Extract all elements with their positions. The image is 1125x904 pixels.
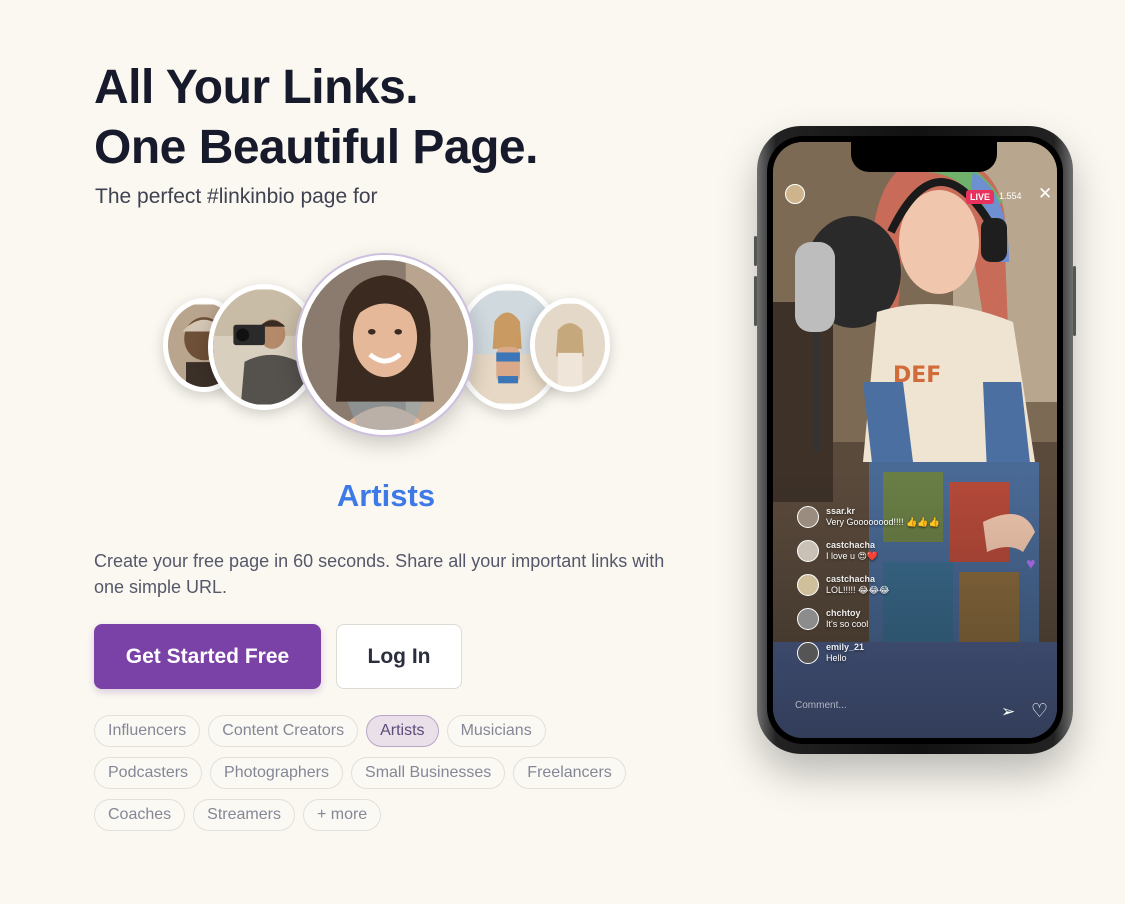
hero-title-line-1: All Your Links. (94, 61, 419, 114)
comment-item: castchacha I love u 😍❤️ (797, 540, 997, 562)
comment-text: LOL!!!!! 😂😂😂 (826, 585, 890, 595)
live-comments: ssar.kr Very Goooooood!!!! 👍👍👍 castchacha… (797, 506, 997, 676)
chip-photographers[interactable]: Photographers (210, 757, 344, 789)
chip-row: Influencers Content Creators Artists Mus… (94, 715, 664, 747)
comment-user: ssar.kr (826, 506, 856, 516)
close-icon[interactable]: ✕ (1038, 184, 1052, 204)
commenter-avatar (797, 608, 819, 630)
chip-podcasters[interactable]: Podcasters (94, 757, 203, 789)
avatar-featured[interactable] (297, 255, 473, 435)
get-started-button[interactable]: Get Started Free (94, 624, 321, 689)
phone-side-button (754, 236, 757, 266)
phone-side-button (1073, 266, 1076, 336)
hero-title: All Your Links. One Beautiful Page. (94, 58, 538, 178)
commenter-avatar (797, 574, 819, 596)
chip-freelancers[interactable]: Freelancers (513, 757, 626, 789)
phone-mockup: DEF (754, 126, 1076, 754)
comment-text: I love u 😍❤️ (826, 551, 879, 561)
comment-item: chchtoy It's so cool (797, 608, 997, 630)
heart-icon[interactable]: ♡ (1031, 700, 1048, 723)
chip-artists[interactable]: Artists (366, 715, 439, 747)
streamer-avatar[interactable] (785, 184, 805, 204)
chip-streamers[interactable]: Streamers (193, 799, 295, 831)
comment-item: castchacha LOL!!!!! 😂😂😂 (797, 574, 997, 596)
comment-text: Very Goooooood!!!! 👍👍👍 (826, 517, 940, 527)
comment-item: ssar.kr Very Goooooood!!!! 👍👍👍 (797, 506, 997, 528)
send-icon[interactable]: ➢ (1001, 702, 1015, 722)
chip-small-businesses[interactable]: Small Businesses (351, 757, 506, 789)
chip-musicians[interactable]: Musicians (446, 715, 546, 747)
comment-text: Hello (826, 653, 847, 663)
hero-description: Create your free page in 60 seconds. Sha… (94, 551, 665, 597)
chip-coaches[interactable]: Coaches (94, 799, 186, 831)
commenter-avatar (797, 642, 819, 664)
chip-influencers[interactable]: Influencers (94, 715, 201, 747)
hero-title-line-2: One Beautiful Page. (94, 121, 538, 174)
chip-row: Coaches Streamers + more (94, 799, 664, 831)
active-category-label: Artists (336, 478, 436, 513)
phone-bezel: DEF (767, 136, 1063, 744)
phone-screen: DEF (773, 142, 1057, 738)
phone-side-button (754, 276, 757, 326)
log-in-button[interactable]: Log In (336, 624, 462, 689)
comment-text: It's so cool (826, 619, 869, 629)
comment-input[interactable]: Comment... (795, 700, 847, 711)
phone-notch (851, 142, 997, 172)
category-chips: Influencers Content Creators Artists Mus… (94, 715, 664, 841)
comment-user: castchacha (826, 540, 876, 550)
live-badge: LIVE (966, 190, 995, 204)
hero-subtitle: The perfect #linkinbio page for (95, 185, 378, 208)
viewer-count: 1.554 (999, 191, 1022, 201)
comment-user: chchtoy (826, 608, 861, 618)
chip-more[interactable]: + more (302, 799, 382, 831)
comment-item: emily_21 Hello (797, 642, 997, 664)
avatar-far-right[interactable] (530, 298, 610, 392)
chip-row: Podcasters Photographers Small Businesse… (94, 757, 664, 789)
chip-content-creators[interactable]: Content Creators (208, 715, 359, 747)
heart-reaction-icon: ♥ (1026, 556, 1036, 573)
commenter-avatar (797, 540, 819, 562)
comment-user: emily_21 (826, 642, 865, 652)
comment-user: castchacha (826, 574, 876, 584)
commenter-avatar (797, 506, 819, 528)
